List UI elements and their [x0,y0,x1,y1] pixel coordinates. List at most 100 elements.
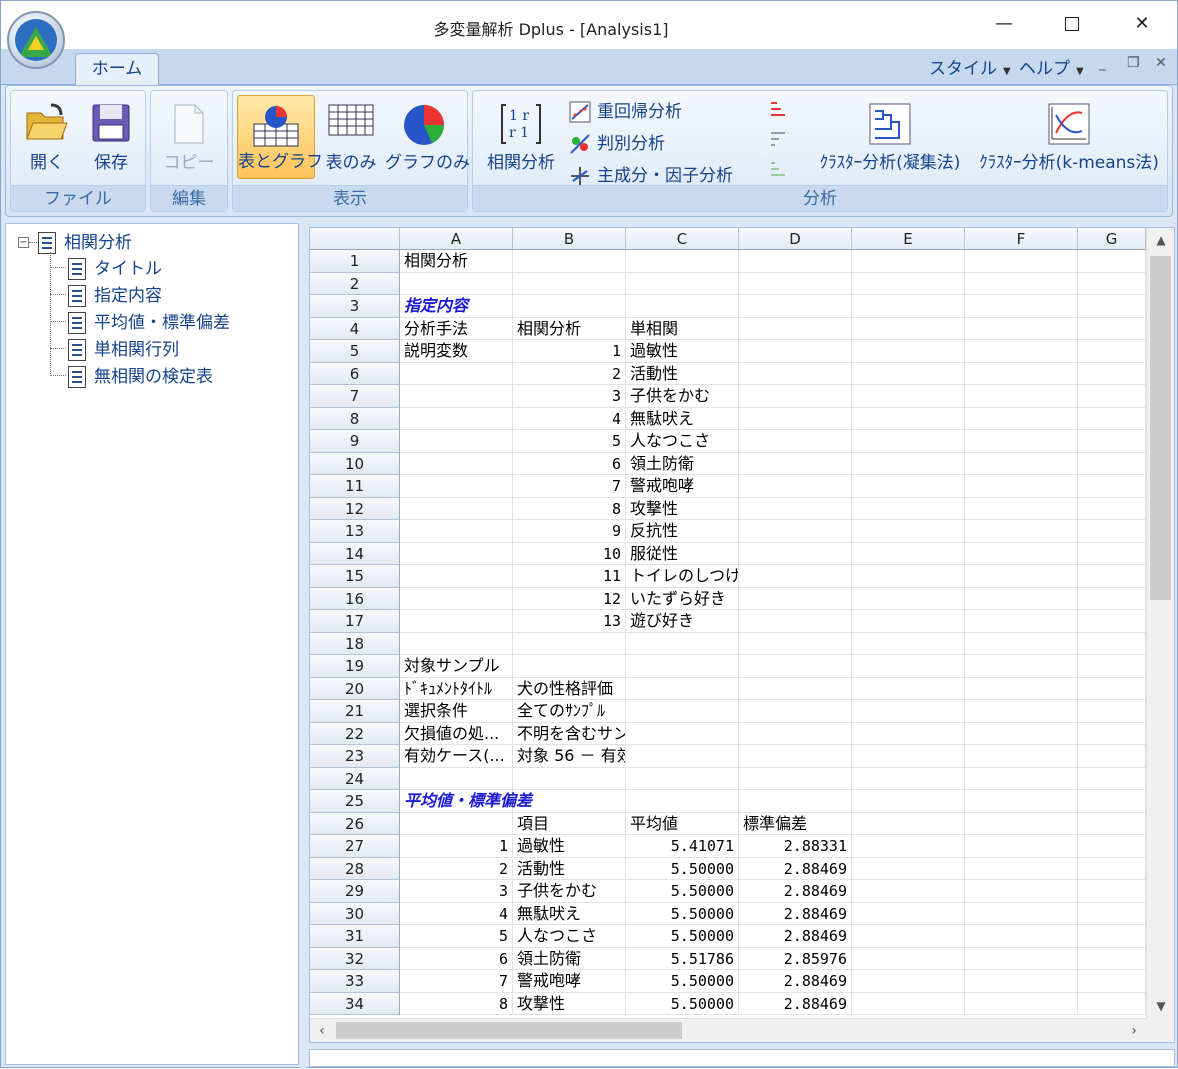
scroll-left-icon[interactable]: ‹ [310,1019,334,1042]
table-cell[interactable] [626,655,739,678]
table-cell[interactable] [852,857,965,880]
table-cell[interactable] [739,385,852,408]
table-cell[interactable]: トイレのしつけ [626,565,739,588]
table-cell[interactable]: 服従性 [626,542,739,565]
row-header[interactable]: 34 [310,992,400,1015]
table-cell[interactable] [852,587,965,610]
table-cell[interactable]: 5.50000 [626,992,739,1015]
table-cell[interactable]: 警戒咆哮 [513,970,626,993]
table-cell[interactable]: 2.88469 [739,902,852,925]
table-cell[interactable] [852,250,965,273]
row-header[interactable]: 21 [310,700,400,723]
table-cell[interactable] [852,677,965,700]
table-cell[interactable] [1078,812,1146,835]
table-cell[interactable]: 攻撃性 [626,497,739,520]
table-cell[interactable] [1078,790,1146,813]
scroll-down-icon[interactable]: ▼ [1147,994,1174,1018]
table-cell[interactable]: 6 [400,947,513,970]
table-cell[interactable]: 12 [513,587,626,610]
table-cell[interactable] [739,430,852,453]
table-cell[interactable] [739,272,852,295]
table-cell[interactable] [626,722,739,745]
table-cell[interactable] [400,497,513,520]
mdi-close-button[interactable]: ✕ [1155,55,1167,71]
table-cell[interactable] [852,632,965,655]
help-menu[interactable]: ヘルプ ▼ [1019,54,1084,79]
table-cell[interactable] [1078,565,1146,588]
discriminant-analysis-button[interactable]: 判別分析 [569,129,665,157]
table-cell[interactable] [1078,430,1146,453]
table-cell[interactable] [852,947,965,970]
table-cell[interactable] [739,475,852,498]
table-cell[interactable] [965,452,1078,475]
row-header[interactable]: 13 [310,520,400,543]
table-cell[interactable]: 指定内容 [400,295,513,318]
table-cell[interactable] [1078,542,1146,565]
table-cell[interactable]: 5.50000 [626,925,739,948]
table-cell[interactable] [965,362,1078,385]
table-cell[interactable] [626,790,739,813]
table-cell[interactable] [965,947,1078,970]
row-header[interactable]: 31 [310,925,400,948]
table-cell[interactable] [1078,385,1146,408]
table-cell[interactable]: 2.88469 [739,992,852,1015]
table-cell[interactable] [1078,700,1146,723]
table-cell[interactable] [1078,677,1146,700]
table-cell[interactable] [852,902,965,925]
table-cell[interactable]: 人なつこさ [513,925,626,948]
table-cell[interactable] [1078,497,1146,520]
table-cell[interactable]: 過敏性 [626,340,739,363]
table-cell[interactable] [739,340,852,363]
column-header-b[interactable]: B [513,228,626,250]
horizontal-scroll-thumb[interactable] [336,1022,682,1039]
spreadsheet[interactable]: A B C D E F G 1 相関分析 2 3 指定内容 4 分析手法 相関分析 単相関 5 説明変数 1 過敏性 6… [309,227,1175,1043]
sort-mid-icon[interactable] [767,129,789,151]
table-cell[interactable] [852,497,965,520]
table-cell[interactable] [852,745,965,768]
table-cell[interactable] [1078,407,1146,430]
row-header[interactable]: 25 [310,790,400,813]
table-cell[interactable] [739,520,852,543]
table-cell[interactable]: 単相関 [626,317,739,340]
table-cell[interactable]: 対象 56 － 有効 56 [513,745,626,768]
table-cell[interactable]: 5.51786 [626,947,739,970]
column-header-d[interactable]: D [739,228,852,250]
table-cell[interactable]: 1 [400,835,513,858]
table-cell[interactable] [739,565,852,588]
table-cell[interactable] [739,745,852,768]
table-cell[interactable]: 5 [513,430,626,453]
table-cell[interactable]: 2 [400,857,513,880]
table-cell[interactable] [400,362,513,385]
table-cell[interactable] [852,812,965,835]
table-cell[interactable] [626,700,739,723]
table-cell[interactable]: 7 [400,970,513,993]
table-cell[interactable]: 領土防衛 [513,947,626,970]
table-cell[interactable]: 攻撃性 [513,992,626,1015]
table-cell[interactable]: 7 [513,475,626,498]
table-cell[interactable]: 不明を含むサンプルを除く [513,722,626,745]
table-cell[interactable] [965,857,1078,880]
table-cell[interactable]: 5.41071 [626,835,739,858]
sort-up-icon[interactable] [767,99,789,121]
vertical-scroll-thumb[interactable] [1150,256,1171,600]
table-cell[interactable]: 10 [513,542,626,565]
table-cell[interactable] [965,542,1078,565]
save-button[interactable]: 保存 [81,95,141,179]
horizontal-scrollbar[interactable]: ‹ › [310,1018,1146,1042]
table-cell[interactable]: 2.88469 [739,925,852,948]
table-cell[interactable] [1078,340,1146,363]
table-cell[interactable] [852,700,965,723]
table-cell[interactable] [852,407,965,430]
table-cell[interactable] [1078,925,1146,948]
row-header[interactable]: 12 [310,497,400,520]
row-header[interactable]: 5 [310,340,400,363]
row-header[interactable]: 1 [310,250,400,273]
column-header-e[interactable]: E [852,228,965,250]
table-cell[interactable] [1078,272,1146,295]
table-cell[interactable] [400,520,513,543]
table-cell[interactable]: 子供をかむ [626,385,739,408]
open-button[interactable]: 開く [17,95,77,179]
table-cell[interactable] [852,722,965,745]
mdi-restore-button[interactable]: ❐ [1127,55,1140,71]
table-cell[interactable]: 平均値 [626,812,739,835]
